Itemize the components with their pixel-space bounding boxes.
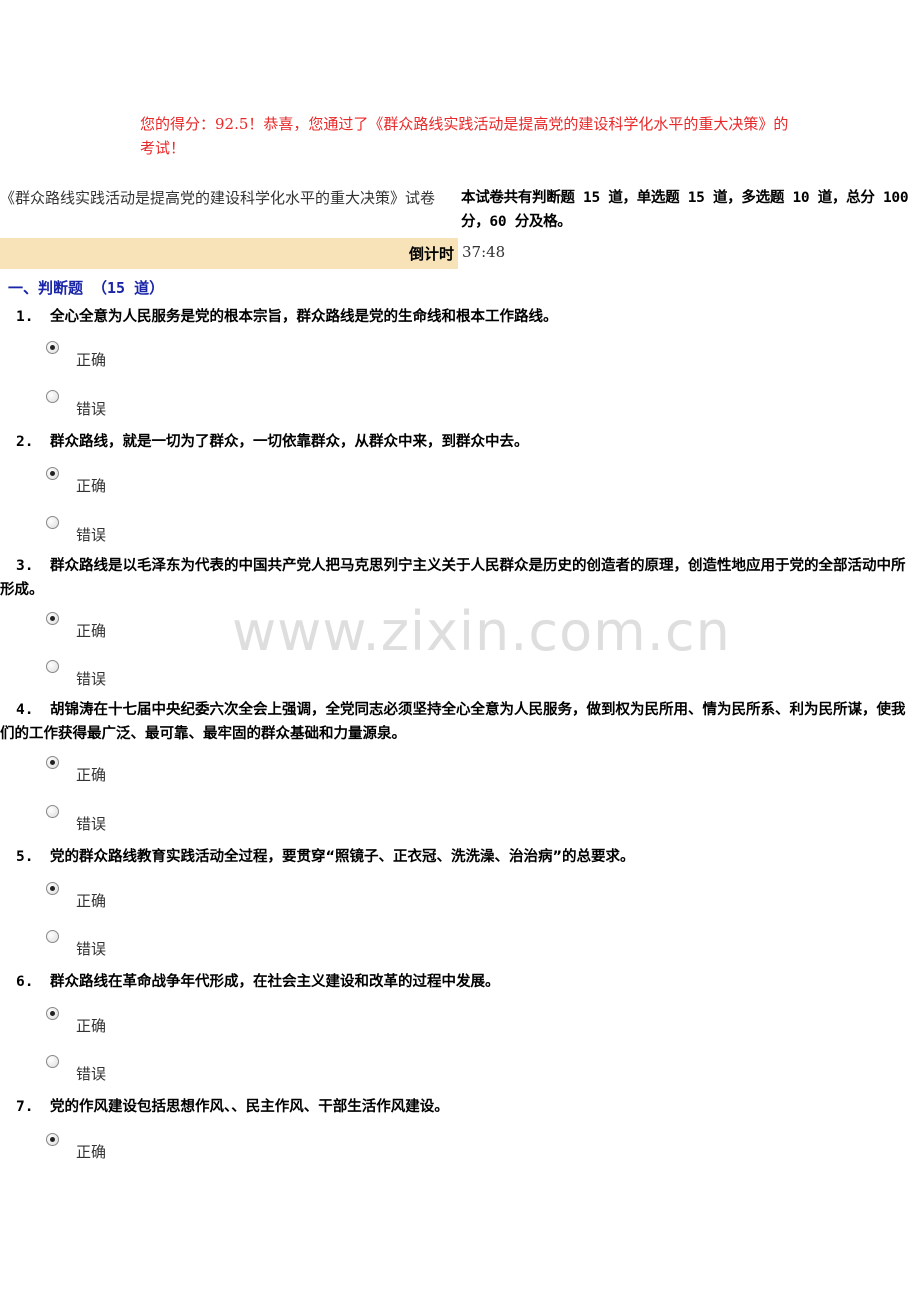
radio-unchecked-icon[interactable] bbox=[46, 516, 59, 529]
question-2: 2. 群众路线，就是一切为了群众，一切依靠群众，从群众中来，到群众中去。 bbox=[0, 430, 910, 454]
option-label: 错误 bbox=[76, 940, 107, 958]
question-number: 3. bbox=[16, 558, 34, 574]
radio-unchecked-icon[interactable] bbox=[46, 930, 59, 943]
option-label: 正确 bbox=[76, 1143, 107, 1161]
question-6: 6. 群众路线在革命战争年代形成，在社会主义建设和改革的过程中发展。 bbox=[0, 970, 910, 994]
timer-bar: 倒计时 bbox=[0, 238, 458, 269]
option-label: 正确 bbox=[76, 477, 107, 495]
option-label: 正确 bbox=[76, 351, 107, 369]
question-number: 7. bbox=[16, 1099, 34, 1115]
question-4: 4. 胡锦涛在十七届中央纪委六次全会上强调，全党同志必须坚持全心全意为人民服务，做… bbox=[0, 698, 910, 746]
exam-title: 《群众路线实践活动是提高党的建设科学化水平的重大决策》试卷 bbox=[0, 189, 436, 207]
radio-unchecked-icon[interactable] bbox=[46, 390, 59, 403]
question-number: 1. bbox=[16, 309, 34, 325]
question-text: 群众路线在革命战争年代形成，在社会主义建设和改革的过程中发展。 bbox=[50, 974, 500, 990]
option-label: 错误 bbox=[76, 1065, 107, 1083]
question-text: 党的群众路线教育实践活动全过程，要贯穿“照镜子、正衣冠、洗洗澡、治治病”的总要求… bbox=[50, 849, 635, 865]
radio-unchecked-icon[interactable] bbox=[46, 1055, 59, 1068]
question-text: 群众路线是以毛泽东为代表的中国共产党人把马克思列宁主义关于人民群众是历史的创造者… bbox=[0, 558, 906, 598]
question-3: 3. 群众路线是以毛泽东为代表的中国共产党人把马克思列宁主义关于人民群众是历史的创… bbox=[0, 554, 910, 602]
radio-checked-icon[interactable] bbox=[46, 341, 59, 354]
radio-unchecked-icon[interactable] bbox=[46, 805, 59, 818]
question-text: 群众路线，就是一切为了群众，一切依靠群众，从群众中来，到群众中去。 bbox=[50, 434, 529, 450]
radio-checked-icon[interactable] bbox=[46, 756, 59, 769]
question-1: 1. 全心全意为人民服务是党的根本宗旨，群众路线是党的生命线和根本工作路线。 bbox=[0, 305, 910, 329]
question-text: 党的作风建设包括思想作风、、民主作风、干部生活作风建设。 bbox=[50, 1099, 449, 1115]
question-number: 5. bbox=[16, 849, 34, 865]
option-label: 正确 bbox=[76, 766, 107, 784]
radio-checked-icon[interactable] bbox=[46, 1007, 59, 1020]
timer-label: 倒计时 bbox=[408, 245, 454, 263]
option-label: 正确 bbox=[76, 892, 107, 910]
radio-unchecked-icon[interactable] bbox=[46, 660, 59, 673]
question-number: 2. bbox=[16, 434, 34, 450]
question-number: 6. bbox=[16, 974, 34, 990]
option-label: 错误 bbox=[76, 670, 107, 688]
radio-checked-icon[interactable] bbox=[46, 1133, 59, 1146]
question-text: 胡锦涛在十七届中央纪委六次全会上强调，全党同志必须坚持全心全意为人民服务，做到权… bbox=[0, 702, 906, 742]
question-7: 7. 党的作风建设包括思想作风、、民主作风、干部生活作风建设。 bbox=[0, 1095, 910, 1119]
option-label: 错误 bbox=[76, 815, 107, 833]
section-title: 一、判断题 （15 道） bbox=[8, 279, 165, 297]
option-label: 正确 bbox=[76, 1017, 107, 1035]
timer-value: 37:48 bbox=[462, 243, 506, 261]
option-label: 错误 bbox=[76, 526, 107, 544]
question-5: 5. 党的群众路线教育实践活动全过程，要贯穿“照镜子、正衣冠、洗洗澡、治治病”的总… bbox=[0, 845, 910, 869]
question-number: 4. bbox=[16, 702, 34, 718]
radio-checked-icon[interactable] bbox=[46, 882, 59, 895]
option-label: 正确 bbox=[76, 622, 107, 640]
question-text: 全心全意为人民服务是党的根本宗旨，群众路线是党的生命线和根本工作路线。 bbox=[50, 309, 558, 325]
exam-summary: 本试卷共有判断题 15 道，单选题 15 道，多选题 10 道，总分 100 分… bbox=[461, 190, 909, 230]
radio-checked-icon[interactable] bbox=[46, 612, 59, 625]
radio-checked-icon[interactable] bbox=[46, 467, 59, 480]
watermark: www.zixin.com.cn bbox=[232, 600, 731, 663]
option-label: 错误 bbox=[76, 400, 107, 418]
score-message: 您的得分：92.5！恭喜，您通过了《群众路线实践活动是提高党的建设科学化水平的重… bbox=[140, 115, 789, 157]
